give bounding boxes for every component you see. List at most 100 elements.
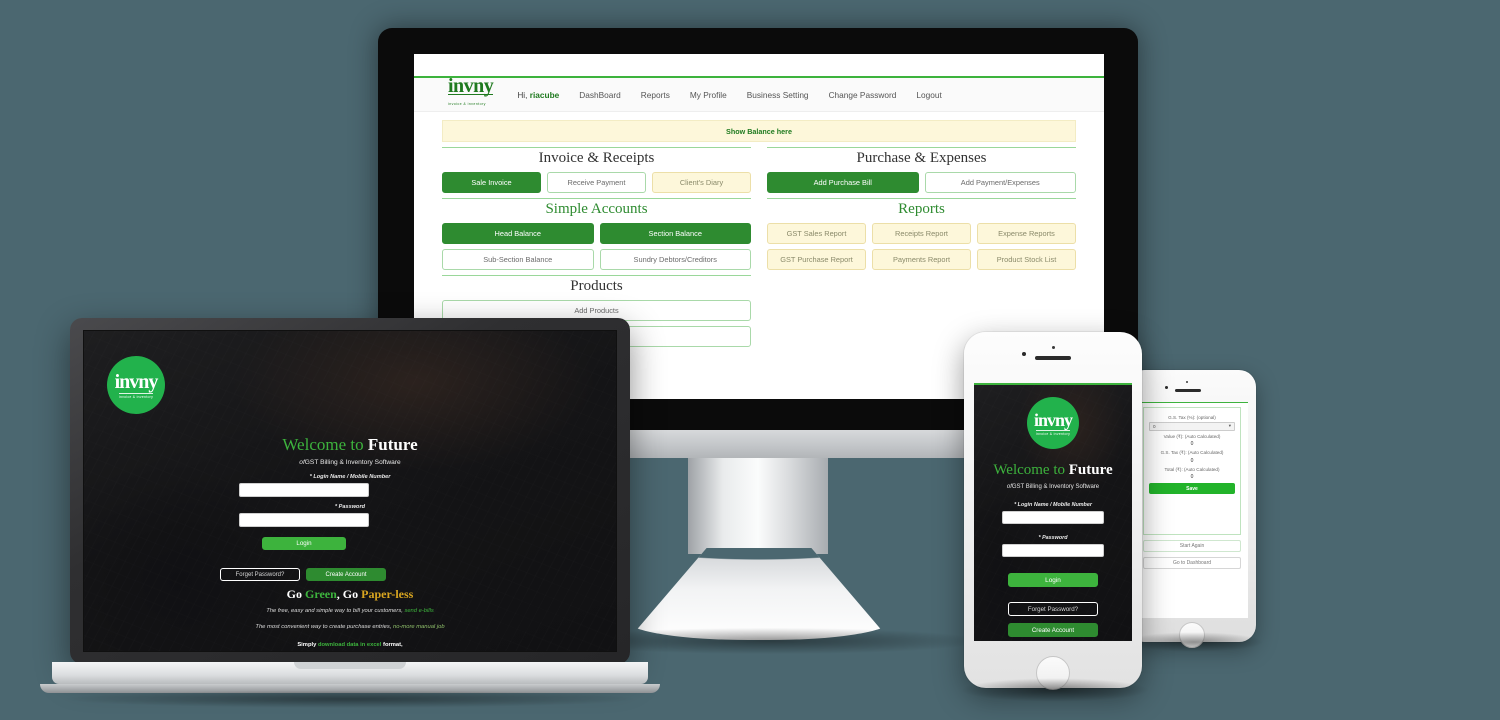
app-dashboard-body: Show Balance here Invoice & Receipts Sal… xyxy=(414,112,1104,352)
btn-gst-purchase-report[interactable]: GST Purchase Report xyxy=(767,249,866,270)
phone-front-camera-icon xyxy=(1022,352,1026,356)
forget-password-button[interactable]: Forget Password? xyxy=(1008,602,1098,616)
password-input[interactable] xyxy=(239,513,369,527)
phone-login-page: invny invoice & inventory Welcome to Fut… xyxy=(974,383,1132,641)
value-readonly: 0 xyxy=(1190,441,1194,447)
fine-line-1-link[interactable]: send e-bills xyxy=(404,608,433,614)
phone-back-camera-icon xyxy=(1165,386,1168,389)
username-label: * Login Name / Mobile Number xyxy=(1014,502,1092,508)
section-simple-accounts: Simple Accounts Head Balance Section Bal… xyxy=(442,198,751,275)
welcome-bold: Future xyxy=(367,435,418,454)
app-navbar: invny invoice & inventory Hi, riacube Da… xyxy=(414,76,1104,112)
phone-front-screen: invny invoice & inventory Welcome to Fut… xyxy=(974,383,1132,641)
section-title-simple-accounts: Simple Accounts xyxy=(442,198,751,223)
nav-greeting: Hi, riacube xyxy=(507,90,569,100)
laptop-base-notch xyxy=(294,662,406,669)
btn-receive-payment[interactable]: Receive Payment xyxy=(547,172,646,193)
nav-item-logout[interactable]: Logout xyxy=(906,90,951,100)
phone-front-sensor-icon xyxy=(1052,346,1055,349)
login-tagline: ofGST Billing & Inventory Software xyxy=(84,459,616,466)
username-input[interactable] xyxy=(1002,511,1104,524)
imac-stand-foot-curve xyxy=(628,548,890,640)
btn-section-balance[interactable]: Section Balance xyxy=(599,223,751,244)
btn-expense-reports[interactable]: Expense Reports xyxy=(977,223,1076,244)
fine-line-2-link[interactable]: no-more manual job xyxy=(393,624,445,630)
total-label: Total (₹): (Auto Calculated) xyxy=(1164,466,1220,472)
slogan-gold: Paper-less xyxy=(361,587,414,601)
password-label: * Password xyxy=(1038,535,1068,541)
login-tagline-rest: GST Billing & Inventory Software xyxy=(1011,484,1100,490)
nav-item-my-profile[interactable]: My Profile xyxy=(680,90,737,100)
create-account-button[interactable]: Create Account xyxy=(306,568,386,581)
gst-tax-percent-select[interactable]: 0 ▾ xyxy=(1149,421,1235,431)
btn-gst-sales-report[interactable]: GST Sales Report xyxy=(767,223,866,244)
btn-add-purchase-bill[interactable]: Add Purchase Bill xyxy=(767,172,919,193)
dashboard-row-1: Invoice & Receipts Sale Invoice Receive … xyxy=(442,147,1076,198)
forget-password-button[interactable]: Forget Password? xyxy=(220,568,300,581)
nav-item-dashboard[interactable]: DashBoard xyxy=(569,90,631,100)
phone-back-screen: G.S. Tax (%): (optional) 0 ▾ Value (₹): … xyxy=(1136,402,1248,618)
laptop-shadow xyxy=(60,690,640,708)
section-title-purchase-expenses: Purchase & Expenses xyxy=(767,147,1076,172)
slogan-part1: Go xyxy=(286,587,305,601)
btn-sub-section-balance[interactable]: Sub-Section Balance xyxy=(442,249,594,270)
mobile-invoice-form: G.S. Tax (%): (optional) 0 ▾ Value (₹): … xyxy=(1136,403,1248,569)
nav-item-business-setting[interactable]: Business Setting xyxy=(737,90,819,100)
btn-sundry-debtors-creditors[interactable]: Sundry Debtors/Creditors xyxy=(599,249,751,270)
go-to-dashboard-button[interactable]: Go to Dashboard xyxy=(1143,557,1241,569)
btn-receipts-report[interactable]: Receipts Report xyxy=(872,223,971,244)
nav-greeting-user: riacube xyxy=(529,89,560,100)
button-row: Head Balance Section Balance xyxy=(442,223,751,244)
button-row: GST Purchase Report Payments Report Prod… xyxy=(767,249,1076,270)
button-row: Sale Invoice Receive Payment Client's Di… xyxy=(442,172,751,193)
nav-item-reports[interactable]: Reports xyxy=(631,90,680,100)
login-button[interactable]: Login xyxy=(1008,573,1098,587)
welcome-heading: Welcome to Future xyxy=(84,435,616,455)
login-tagline: ofGST Billing & Inventory Software xyxy=(974,484,1132,490)
last-line-1-link[interactable]: download data in excel xyxy=(318,642,381,648)
username-label: * Login Name / Mobile Number xyxy=(309,474,391,480)
login-logo: invny invoice & inventory xyxy=(107,356,165,414)
welcome-prefix: Welcome to xyxy=(993,462,1066,478)
password-input[interactable] xyxy=(1002,544,1104,557)
imac-stand-neck xyxy=(688,458,828,554)
start-again-button[interactable]: Start Again xyxy=(1143,540,1241,552)
slogan-part2: , Go xyxy=(336,587,362,601)
btn-sale-invoice[interactable]: Sale Invoice xyxy=(442,172,541,193)
section-title-reports: Reports xyxy=(767,198,1076,223)
laptop-login-page: invny invoice & inventory Welcome to Fut… xyxy=(84,331,616,651)
app-logo: invny invoice & inventory xyxy=(448,76,507,112)
chevron-down-icon: ▾ xyxy=(1228,423,1231,428)
btn-clients-diary[interactable]: Client's Diary xyxy=(652,172,751,193)
fine-line-2-text: The most convenient way to create purcha… xyxy=(255,624,394,630)
button-row: Sub-Section Balance Sundry Debtors/Credi… xyxy=(442,249,751,270)
phone-front-shadow xyxy=(960,678,1150,702)
btn-add-payment-expenses[interactable]: Add Payment/Expenses xyxy=(924,172,1076,193)
login-logo-subtitle: invoice & inventory xyxy=(118,392,154,399)
gst-tax-amount-label: G.S. Tax (₹): (Auto Calculated) xyxy=(1160,450,1224,455)
btn-product-stock-list[interactable]: Product Stock List xyxy=(977,249,1076,270)
btn-payments-report[interactable]: Payments Report xyxy=(872,249,971,270)
browser-top-strip xyxy=(414,54,1104,76)
login-button[interactable]: Login xyxy=(262,537,346,550)
nav-item-change-password[interactable]: Change Password xyxy=(819,90,907,100)
welcome-bold: Future xyxy=(1068,462,1113,478)
laptop-lid: invny invoice & inventory Welcome to Fut… xyxy=(70,318,630,664)
gst-tax-percent-label: G.S. Tax (%): (optional) xyxy=(1168,415,1216,420)
dashboard-row-2: Simple Accounts Head Balance Section Bal… xyxy=(442,198,1076,275)
save-button[interactable]: Save xyxy=(1149,483,1235,494)
show-balance-bar[interactable]: Show Balance here xyxy=(442,120,1076,142)
btn-head-balance[interactable]: Head Balance xyxy=(442,223,594,244)
fine-line-1-text: The free, easy and simple way to bill yo… xyxy=(266,608,405,614)
create-account-button[interactable]: Create Account xyxy=(1008,623,1098,637)
gst-tax-amount-readonly: 0 xyxy=(1190,457,1194,464)
login-logo: invny invoice & inventory xyxy=(1027,397,1079,449)
mobile-form-panel: G.S. Tax (%): (optional) 0 ▾ Value (₹): … xyxy=(1143,407,1241,535)
username-input[interactable] xyxy=(239,483,369,497)
slogan-green: Green xyxy=(305,587,337,601)
gst-tax-percent-value: 0 xyxy=(1153,423,1156,429)
slogan: Go Green, Go Paper-less xyxy=(84,587,616,602)
login-logo-word: invny xyxy=(1033,409,1073,430)
login-logo-word: invny xyxy=(114,370,159,393)
section-title-products: Products xyxy=(442,275,751,300)
